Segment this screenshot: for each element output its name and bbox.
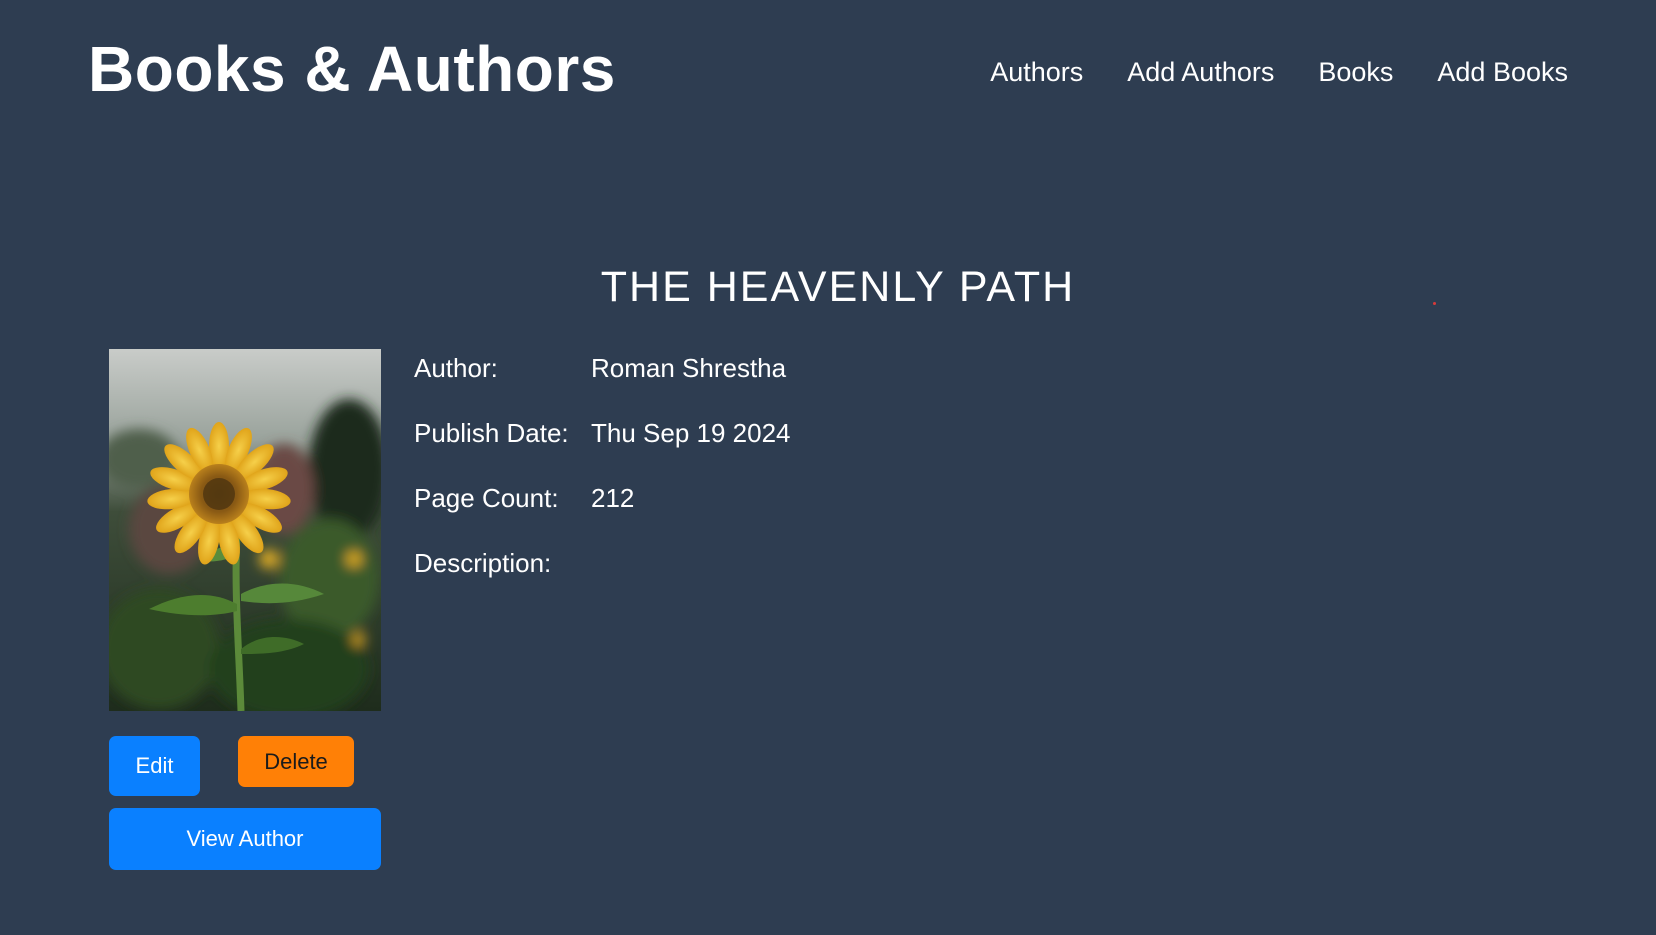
cursor-dot [1433,302,1436,305]
brand-title[interactable]: Books & Authors [88,32,616,106]
delete-button[interactable]: Delete [238,736,354,787]
nav-authors[interactable]: Authors [990,57,1083,88]
sunflower-photo [109,349,381,711]
nav-add-authors[interactable]: Add Authors [1127,57,1274,88]
nav-add-books[interactable]: Add Books [1437,57,1568,88]
book-title: THE HEAVENLY PATH [600,263,1076,311]
site-header: Books & Authors Authors Add Authors Book… [0,0,1656,150]
author-value: Roman Shrestha [591,353,787,383]
publish-date-label: Publish Date: [414,418,569,448]
publish-date-value: Thu Sep 19 2024 [591,418,791,448]
page-count-label: Page Count: [414,483,559,513]
edit-button[interactable]: Edit [109,736,200,796]
description-label: Description: [414,548,552,578]
page-count-value: 212 [591,483,635,513]
view-author-button[interactable]: View Author [109,808,381,870]
nav-books[interactable]: Books [1318,57,1393,88]
author-label: Author: [414,353,498,383]
main-nav: Authors Add Authors Books Add Books [990,57,1568,88]
book-cover-image [109,349,381,711]
